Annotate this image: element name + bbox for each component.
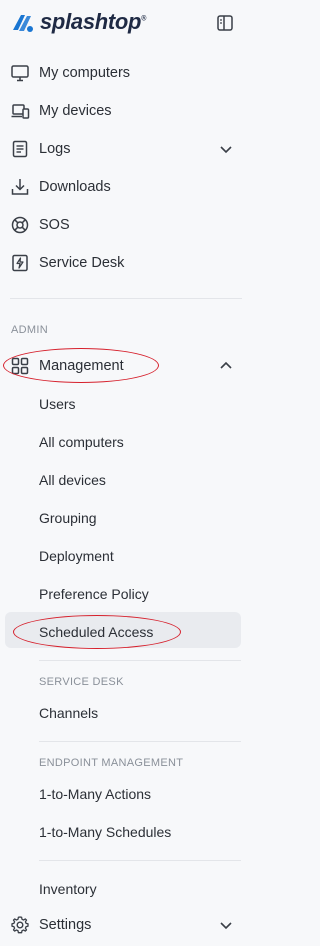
submenu-item-1-to-many-actions[interactable]: 1-to-Many Actions: [0, 777, 252, 811]
submenu-label: Grouping: [39, 510, 97, 526]
submenu-label: Deployment: [39, 548, 114, 564]
submenu-item-all-computers[interactable]: All computers: [0, 425, 252, 459]
chevron-down-icon[interactable]: [218, 141, 234, 157]
nav-label: My computers: [39, 65, 131, 81]
gear-icon: [11, 916, 29, 934]
logs-icon: [12, 140, 28, 158]
nav-label: SOS: [39, 217, 70, 233]
divider: [10, 298, 242, 299]
sos-icon: [11, 216, 29, 234]
submenu-item-users[interactable]: Users: [0, 387, 252, 421]
nav-label: My devices: [39, 103, 112, 119]
nav-my-devices[interactable]: My devices: [0, 93, 252, 129]
nav-label: Service Desk: [39, 255, 125, 271]
splashtop-logo-icon: [13, 15, 33, 32]
registered-mark: ®: [141, 15, 147, 23]
nav-service-desk[interactable]: Service Desk: [0, 245, 252, 281]
nav-label: Downloads: [39, 179, 111, 195]
submenu-item-deployment[interactable]: Deployment: [0, 539, 252, 573]
nav-logs[interactable]: Logs: [0, 131, 252, 167]
nav-downloads[interactable]: Downloads: [0, 169, 252, 205]
submenu-item-channels[interactable]: Channels: [0, 696, 252, 730]
submenu-item-preference-policy[interactable]: Preference Policy: [0, 577, 252, 611]
submenu-item-inventory[interactable]: Inventory: [0, 872, 252, 906]
nav-label: Settings: [39, 917, 92, 933]
submenu-label: Inventory: [39, 881, 97, 897]
brand-logo[interactable]: splashtop®: [40, 9, 146, 35]
section-label-endpoint-management: ENDPOINT MANAGEMENT: [39, 757, 184, 769]
submenu-item-grouping[interactable]: Grouping: [0, 501, 252, 535]
section-label-service-desk: SERVICE DESK: [39, 676, 124, 688]
monitor-icon: [11, 65, 29, 82]
submenu-label: 1-to-Many Schedules: [39, 824, 172, 840]
logo-row: splashtop®: [0, 0, 252, 46]
sidebar: splashtop® My computers My devices Logs …: [0, 0, 252, 946]
devices-icon: [11, 104, 30, 119]
submenu-label: Users: [39, 396, 76, 412]
nav-label: Logs: [39, 141, 71, 157]
submenu-label: Scheduled Access: [39, 624, 154, 640]
nav-settings[interactable]: Settings: [0, 907, 252, 943]
chevron-up-icon[interactable]: [218, 358, 234, 374]
submenu-label: All devices: [39, 472, 106, 488]
service-desk-icon: [12, 254, 28, 272]
download-icon: [11, 179, 29, 195]
divider: [39, 741, 241, 742]
submenu-label: 1-to-Many Actions: [39, 786, 152, 802]
divider: [39, 860, 241, 861]
submenu-item-all-devices[interactable]: All devices: [0, 463, 252, 497]
submenu-label: Channels: [39, 705, 99, 721]
brand-name: splashtop: [40, 9, 142, 34]
submenu-label: Preference Policy: [39, 586, 149, 602]
nav-management[interactable]: Management: [0, 348, 252, 384]
submenu-item-scheduled-access[interactable]: Scheduled Access: [0, 612, 252, 649]
nav-sos[interactable]: SOS: [0, 207, 252, 243]
sidebar-collapse-icon[interactable]: [214, 12, 236, 34]
grid-icon: [11, 357, 29, 375]
section-label-admin: ADMIN: [11, 324, 48, 336]
submenu-item-1-to-many-schedules[interactable]: 1-to-Many Schedules: [0, 815, 252, 849]
chevron-down-icon[interactable]: [218, 917, 234, 933]
divider: [39, 660, 241, 661]
submenu-label: All computers: [39, 434, 124, 450]
nav-my-computers[interactable]: My computers: [0, 55, 252, 91]
nav-label: Management: [39, 358, 124, 374]
